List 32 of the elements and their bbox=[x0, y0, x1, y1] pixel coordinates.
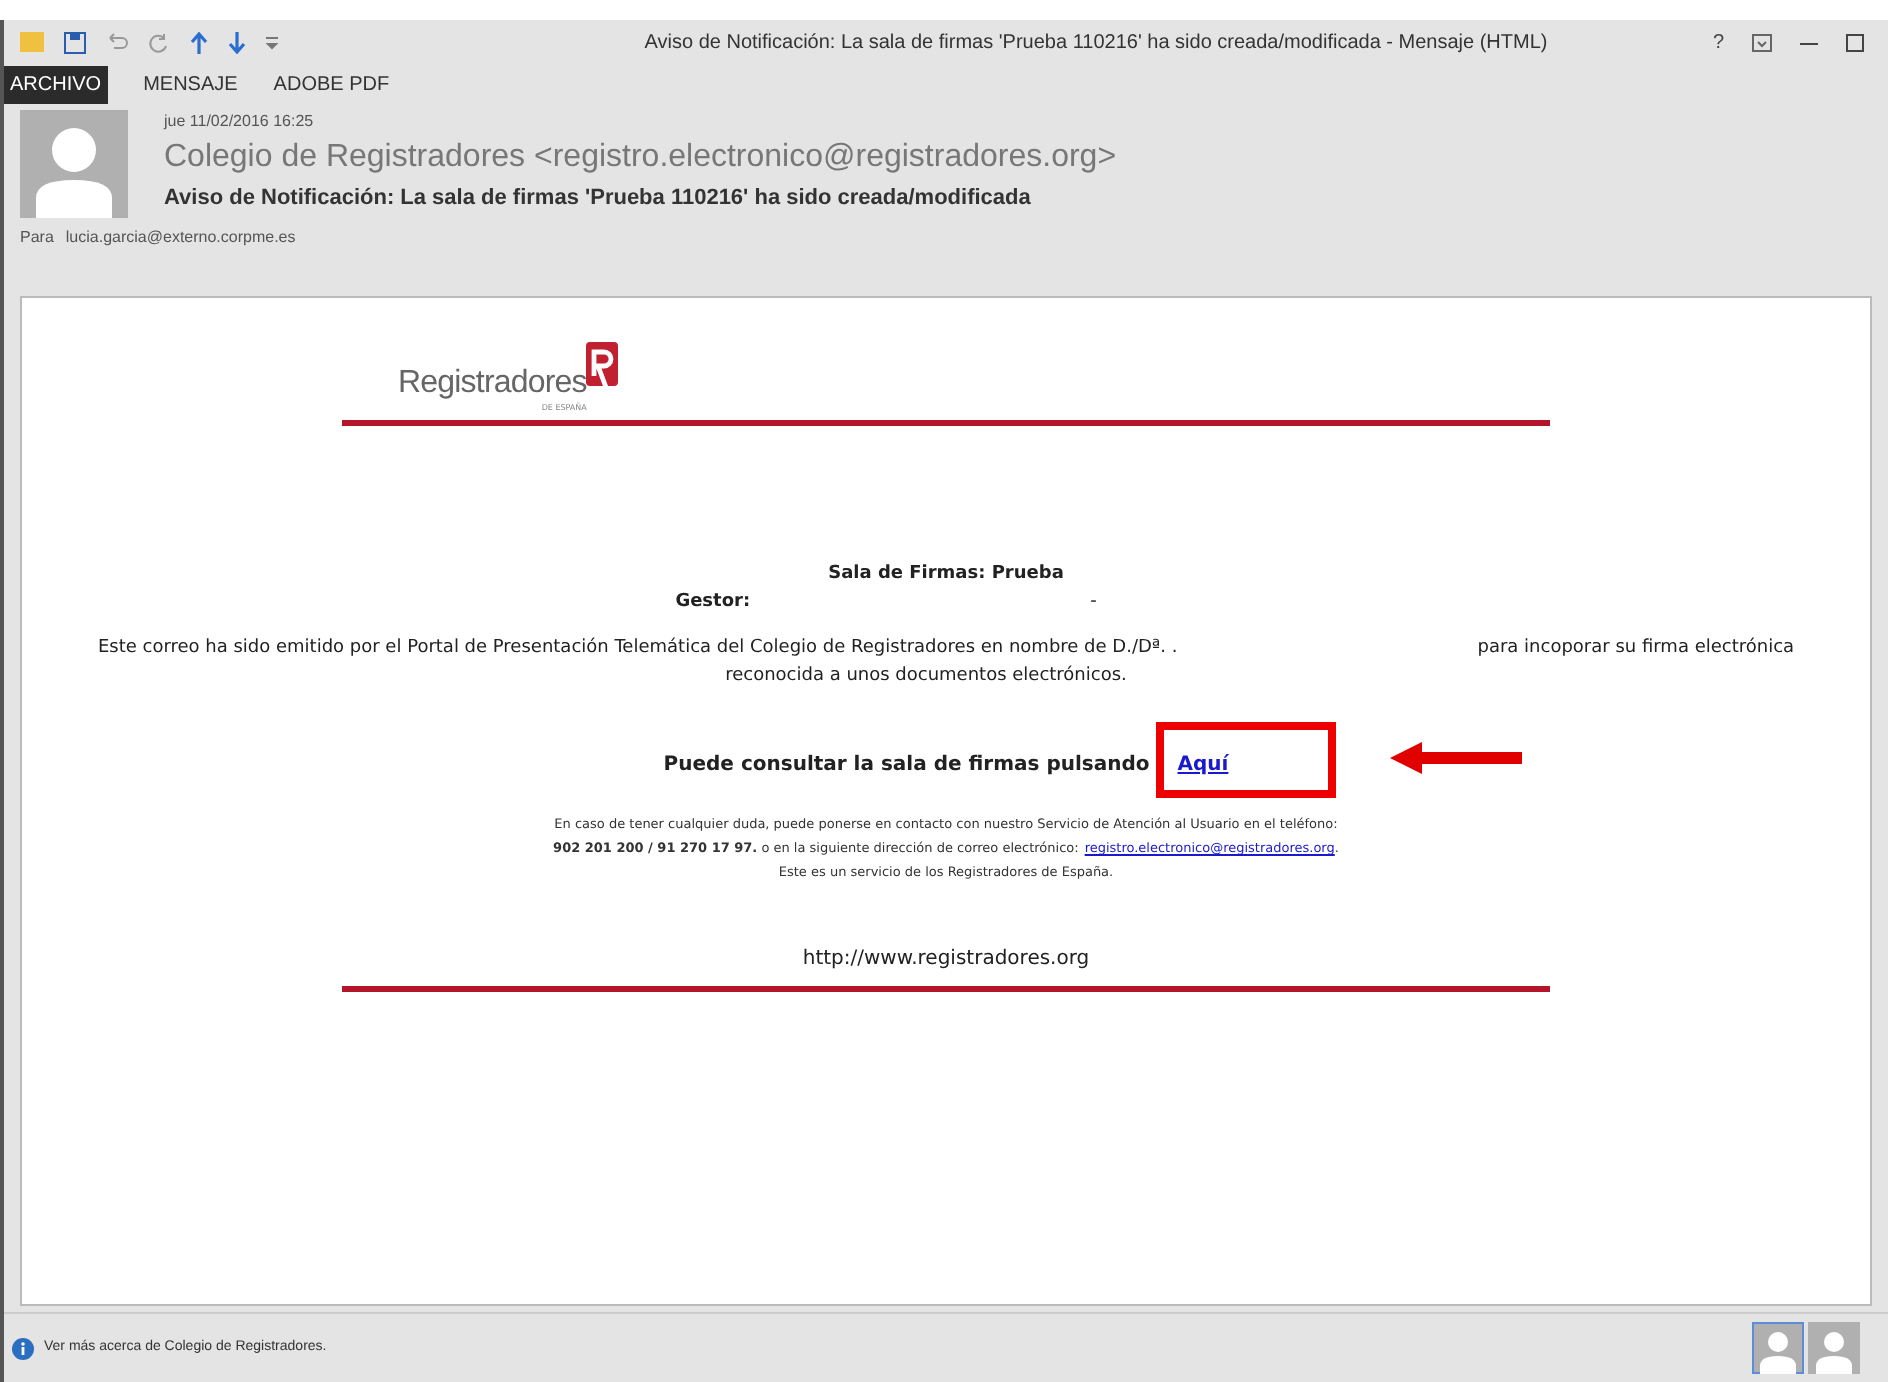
manager-value: - bbox=[1090, 589, 1097, 615]
avatar-icon bbox=[20, 110, 128, 218]
message-date: jue 11/02/2016 16:25 bbox=[164, 110, 316, 134]
info-icon bbox=[12, 1337, 34, 1359]
save-icon[interactable] bbox=[64, 31, 86, 53]
to-label: Para bbox=[20, 226, 54, 250]
message-subject: Aviso de Notificación: La sala de firmas 'Prueba 110216' ha sido creada/modificada bbox=[164, 184, 1033, 214]
down-arrow-icon[interactable] bbox=[228, 31, 246, 53]
window-title: Aviso de Notificación: La sala de firmas 'Prueba 110216' ha sido creada/modificada - Mensaje (HTML) bbox=[642, 29, 1550, 57]
ribbon-display-icon[interactable] bbox=[1752, 33, 1772, 51]
arrow-annotation bbox=[1389, 742, 1522, 774]
person-icon[interactable] bbox=[1808, 1322, 1860, 1374]
consult-text: Puede consultar la sala de firmas pulsando bbox=[663, 752, 1150, 780]
manager-label: Gestor: bbox=[675, 589, 751, 615]
message-sender: Colegio de Registradores <registro.electronico@registradores.org> bbox=[164, 138, 1117, 178]
ribbon-tab[interactable]: ADOBE PDF bbox=[273, 65, 390, 103]
recipient-address: lucia.garcia@externo.corpme.es bbox=[65, 226, 296, 250]
ribbon-tab[interactable]: MENSAJE bbox=[143, 65, 238, 103]
here-link[interactable]: Aquí bbox=[1177, 754, 1229, 776]
logo-name: Registradores bbox=[398, 366, 587, 402]
intro-text: Este correo ha sido emitido por el Portal de Presentación Telemática del Colegio de Registradores en nombre de D./Dª. . bbox=[97, 636, 1178, 662]
person-icon[interactable] bbox=[1752, 1322, 1804, 1374]
website-url: http://www.registradores.org bbox=[802, 946, 1090, 974]
redo-icon[interactable] bbox=[148, 31, 170, 53]
up-arrow-icon[interactable] bbox=[190, 31, 208, 53]
room-title: Sala de Firmas: Prueba bbox=[828, 562, 1064, 588]
help-button[interactable]: ? bbox=[1712, 27, 1724, 57]
maximize-icon[interactable] bbox=[1846, 33, 1864, 51]
undo-icon[interactable] bbox=[106, 32, 128, 52]
intro-text: reconocida a unos documentos electrónicos. bbox=[725, 663, 1127, 689]
customize-icon[interactable] bbox=[266, 34, 278, 50]
intro-text: para incoporar su firma electrónica bbox=[1477, 636, 1795, 662]
